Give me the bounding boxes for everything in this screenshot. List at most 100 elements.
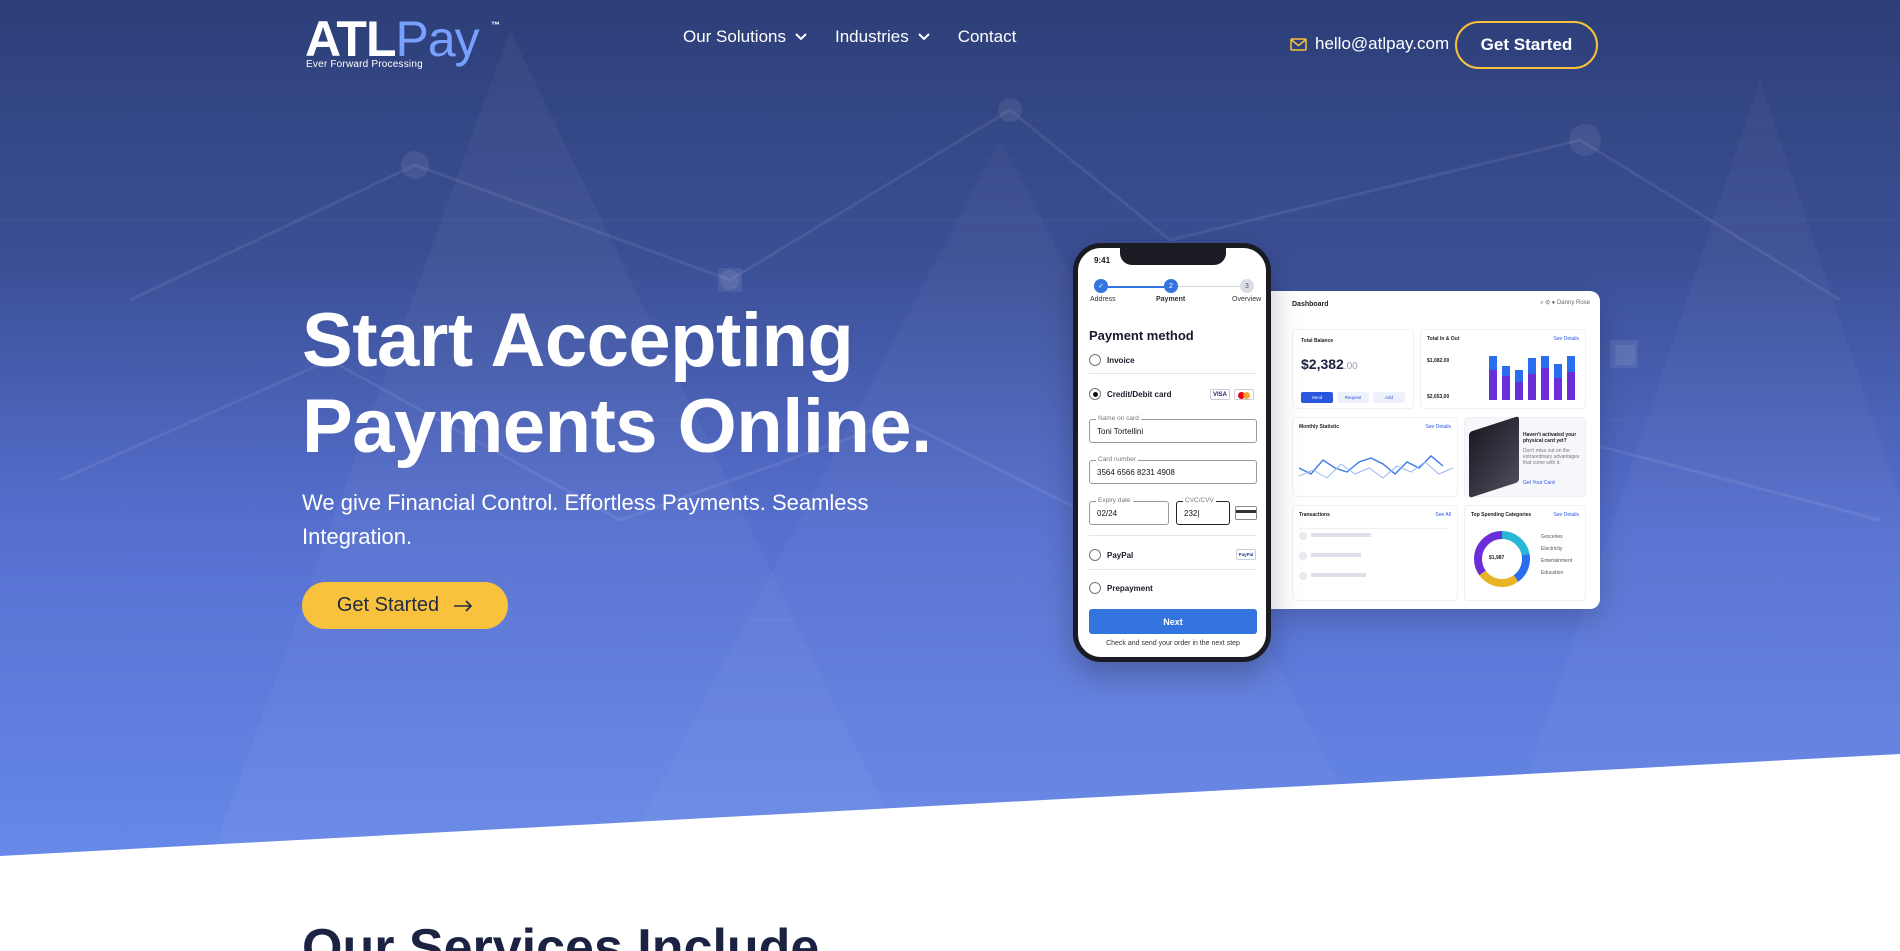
separator — [1089, 535, 1257, 536]
categories-label: Top Spending Categories — [1471, 512, 1532, 518]
total-balance-label: Total Balance — [1301, 338, 1334, 344]
transaction-row — [1311, 533, 1371, 537]
bar-segment — [1502, 376, 1510, 400]
trademark-symbol: ™ — [491, 20, 500, 30]
next-button[interactable]: Next — [1089, 609, 1257, 634]
nav-label: Contact — [957, 27, 1017, 46]
mastercard-icon — [1234, 389, 1254, 400]
in-out-see-details[interactable]: See Details — [1553, 336, 1579, 342]
dashboard-mockup: Dashboard ⌕ ⚙ ● Danny Rose Total Balance… — [1262, 291, 1600, 609]
expiry-date-field[interactable]: Expiry date 02/24 — [1089, 497, 1169, 525]
transaction-avatar — [1299, 532, 1307, 540]
monthly-line-chart — [1299, 455, 1453, 479]
radio-paypal[interactable] — [1089, 549, 1101, 561]
main-nav: Our Solutions Industries Contact — [683, 27, 1044, 47]
bar-segment — [1489, 356, 1497, 370]
bar-segment — [1502, 366, 1510, 376]
step-payment-label: Payment — [1156, 296, 1186, 303]
phone-time: 9:41 — [1094, 256, 1111, 265]
name-on-card-field[interactable]: Name on card Toni Tortellini — [1089, 415, 1257, 443]
bar-segment — [1554, 378, 1562, 400]
bar-segment — [1541, 356, 1549, 368]
in-value: $1,082.00 — [1427, 358, 1450, 364]
cta-label: Get Started — [336, 594, 440, 616]
category-item: Education — [1541, 570, 1564, 576]
services-heading: Our Services Include — [302, 919, 820, 951]
steps-progress — [1101, 286, 1171, 288]
cvc-field[interactable]: CVC/CVV 232| — [1176, 497, 1230, 525]
step-address-label: Address — [1090, 296, 1116, 303]
checkout-steps: ✓ 2 3 Address Payment Overview — [1090, 279, 1261, 305]
hero-title: Start Accepting Payments Online. — [302, 298, 932, 470]
card-number-field[interactable]: Card number 3564 6566 8231 4908 — [1089, 456, 1257, 484]
transactions-card: Transactions See All — [1292, 505, 1458, 601]
phone-mockup: 9:41 ✓ 2 3 Address Payment Overview Paym… — [1073, 243, 1271, 662]
step-overview-dot: 3 — [1240, 279, 1254, 293]
card-label: Credit/Debit card — [1107, 389, 1172, 399]
chevron-down-icon — [795, 33, 807, 41]
transaction-divider — [1299, 528, 1449, 529]
monthly-label: Monthly Statistic — [1299, 424, 1340, 430]
transaction-row — [1311, 573, 1366, 577]
arrow-right-icon — [454, 599, 473, 612]
categories-see-details[interactable]: See Details — [1553, 512, 1579, 518]
total-balance-card: Total Balance $2,382.00 Send Request Add — [1292, 329, 1414, 409]
radio-prepayment[interactable] — [1089, 582, 1101, 594]
atlpay-logo[interactable]: ATLPay ™ Ever Forward Processing — [305, 14, 505, 72]
hero-title-line2: Payments Online. — [302, 384, 932, 469]
option-paypal[interactable]: PayPal — [1089, 549, 1133, 561]
step-address-dot: ✓ — [1094, 279, 1108, 293]
phone-footer-text: Check and send your order in the next st… — [1106, 640, 1240, 647]
nav-contact[interactable]: Contact — [958, 27, 1017, 47]
bar-segment — [1528, 358, 1536, 374]
monthly-statistic-card: Monthly Statistic See Details — [1292, 417, 1458, 497]
email-text: hello@atlpay.com — [1315, 34, 1450, 53]
transactions-see-all[interactable]: See All — [1435, 512, 1451, 518]
in-out-label: Total In & Out — [1427, 336, 1460, 342]
category-item: Groceries — [1541, 534, 1563, 540]
transaction-row — [1311, 553, 1361, 557]
visa-icon: VISA — [1210, 389, 1230, 400]
send-button[interactable]: Send — [1301, 392, 1333, 403]
add-label: Add — [1384, 395, 1393, 400]
nav-industries[interactable]: Industries — [835, 27, 930, 47]
nav-label: Industries — [835, 27, 909, 46]
promo-title: Haven't activated your physical card yet… — [1523, 432, 1577, 444]
dashboard-title: Dashboard — [1292, 301, 1329, 308]
cvc-card-icon — [1235, 506, 1257, 520]
dashboard-user: ⌕ ⚙ ● Danny Rose — [1540, 300, 1590, 306]
total-balance-value: $2,382.00 — [1301, 356, 1358, 372]
email-link[interactable]: hello@atlpay.com — [1290, 34, 1449, 54]
balance-main: $2,382 — [1301, 356, 1344, 372]
monthly-see-details[interactable]: See Details — [1425, 424, 1451, 430]
hero-get-started-button[interactable]: Get Started — [302, 582, 508, 629]
option-invoice[interactable]: Invoice — [1089, 354, 1135, 366]
category-item: Entertainment — [1541, 558, 1573, 564]
bar-segment — [1489, 370, 1497, 400]
send-label: Send — [1311, 395, 1323, 400]
step-overview-label: Overview — [1232, 296, 1262, 303]
invoice-label: Invoice — [1107, 355, 1135, 365]
option-card[interactable]: Credit/Debit card — [1089, 388, 1171, 400]
cvc-value: 232| — [1184, 509, 1200, 518]
bar-segment — [1567, 356, 1575, 372]
out-value: $2,653.00 — [1427, 394, 1450, 400]
hero-subtitle: We give Financial Control. Effortless Pa… — [302, 490, 869, 549]
option-prepayment[interactable]: Prepayment — [1089, 582, 1153, 594]
envelope-icon — [1290, 37, 1307, 51]
radio-invoice[interactable] — [1089, 354, 1101, 366]
separator — [1089, 569, 1257, 570]
paypal-label: PayPal — [1107, 550, 1134, 560]
step-payment-dot: 2 — [1164, 279, 1178, 293]
add-button[interactable]: Add — [1373, 392, 1405, 403]
radio-card[interactable] — [1089, 388, 1101, 400]
nav-label: Our Solutions — [683, 27, 786, 46]
header-get-started-button[interactable]: Get Started — [1455, 21, 1598, 69]
top-spending-card: Top Spending Categories See Details $1,9… — [1464, 505, 1586, 601]
balance-cents: .00 — [1343, 361, 1358, 372]
nav-our-solutions[interactable]: Our Solutions — [683, 27, 807, 47]
promo-link[interactable]: Get Your Card — [1523, 480, 1555, 486]
separator — [1089, 373, 1257, 374]
request-button[interactable]: Request — [1337, 392, 1369, 403]
bar-segment — [1541, 368, 1549, 400]
